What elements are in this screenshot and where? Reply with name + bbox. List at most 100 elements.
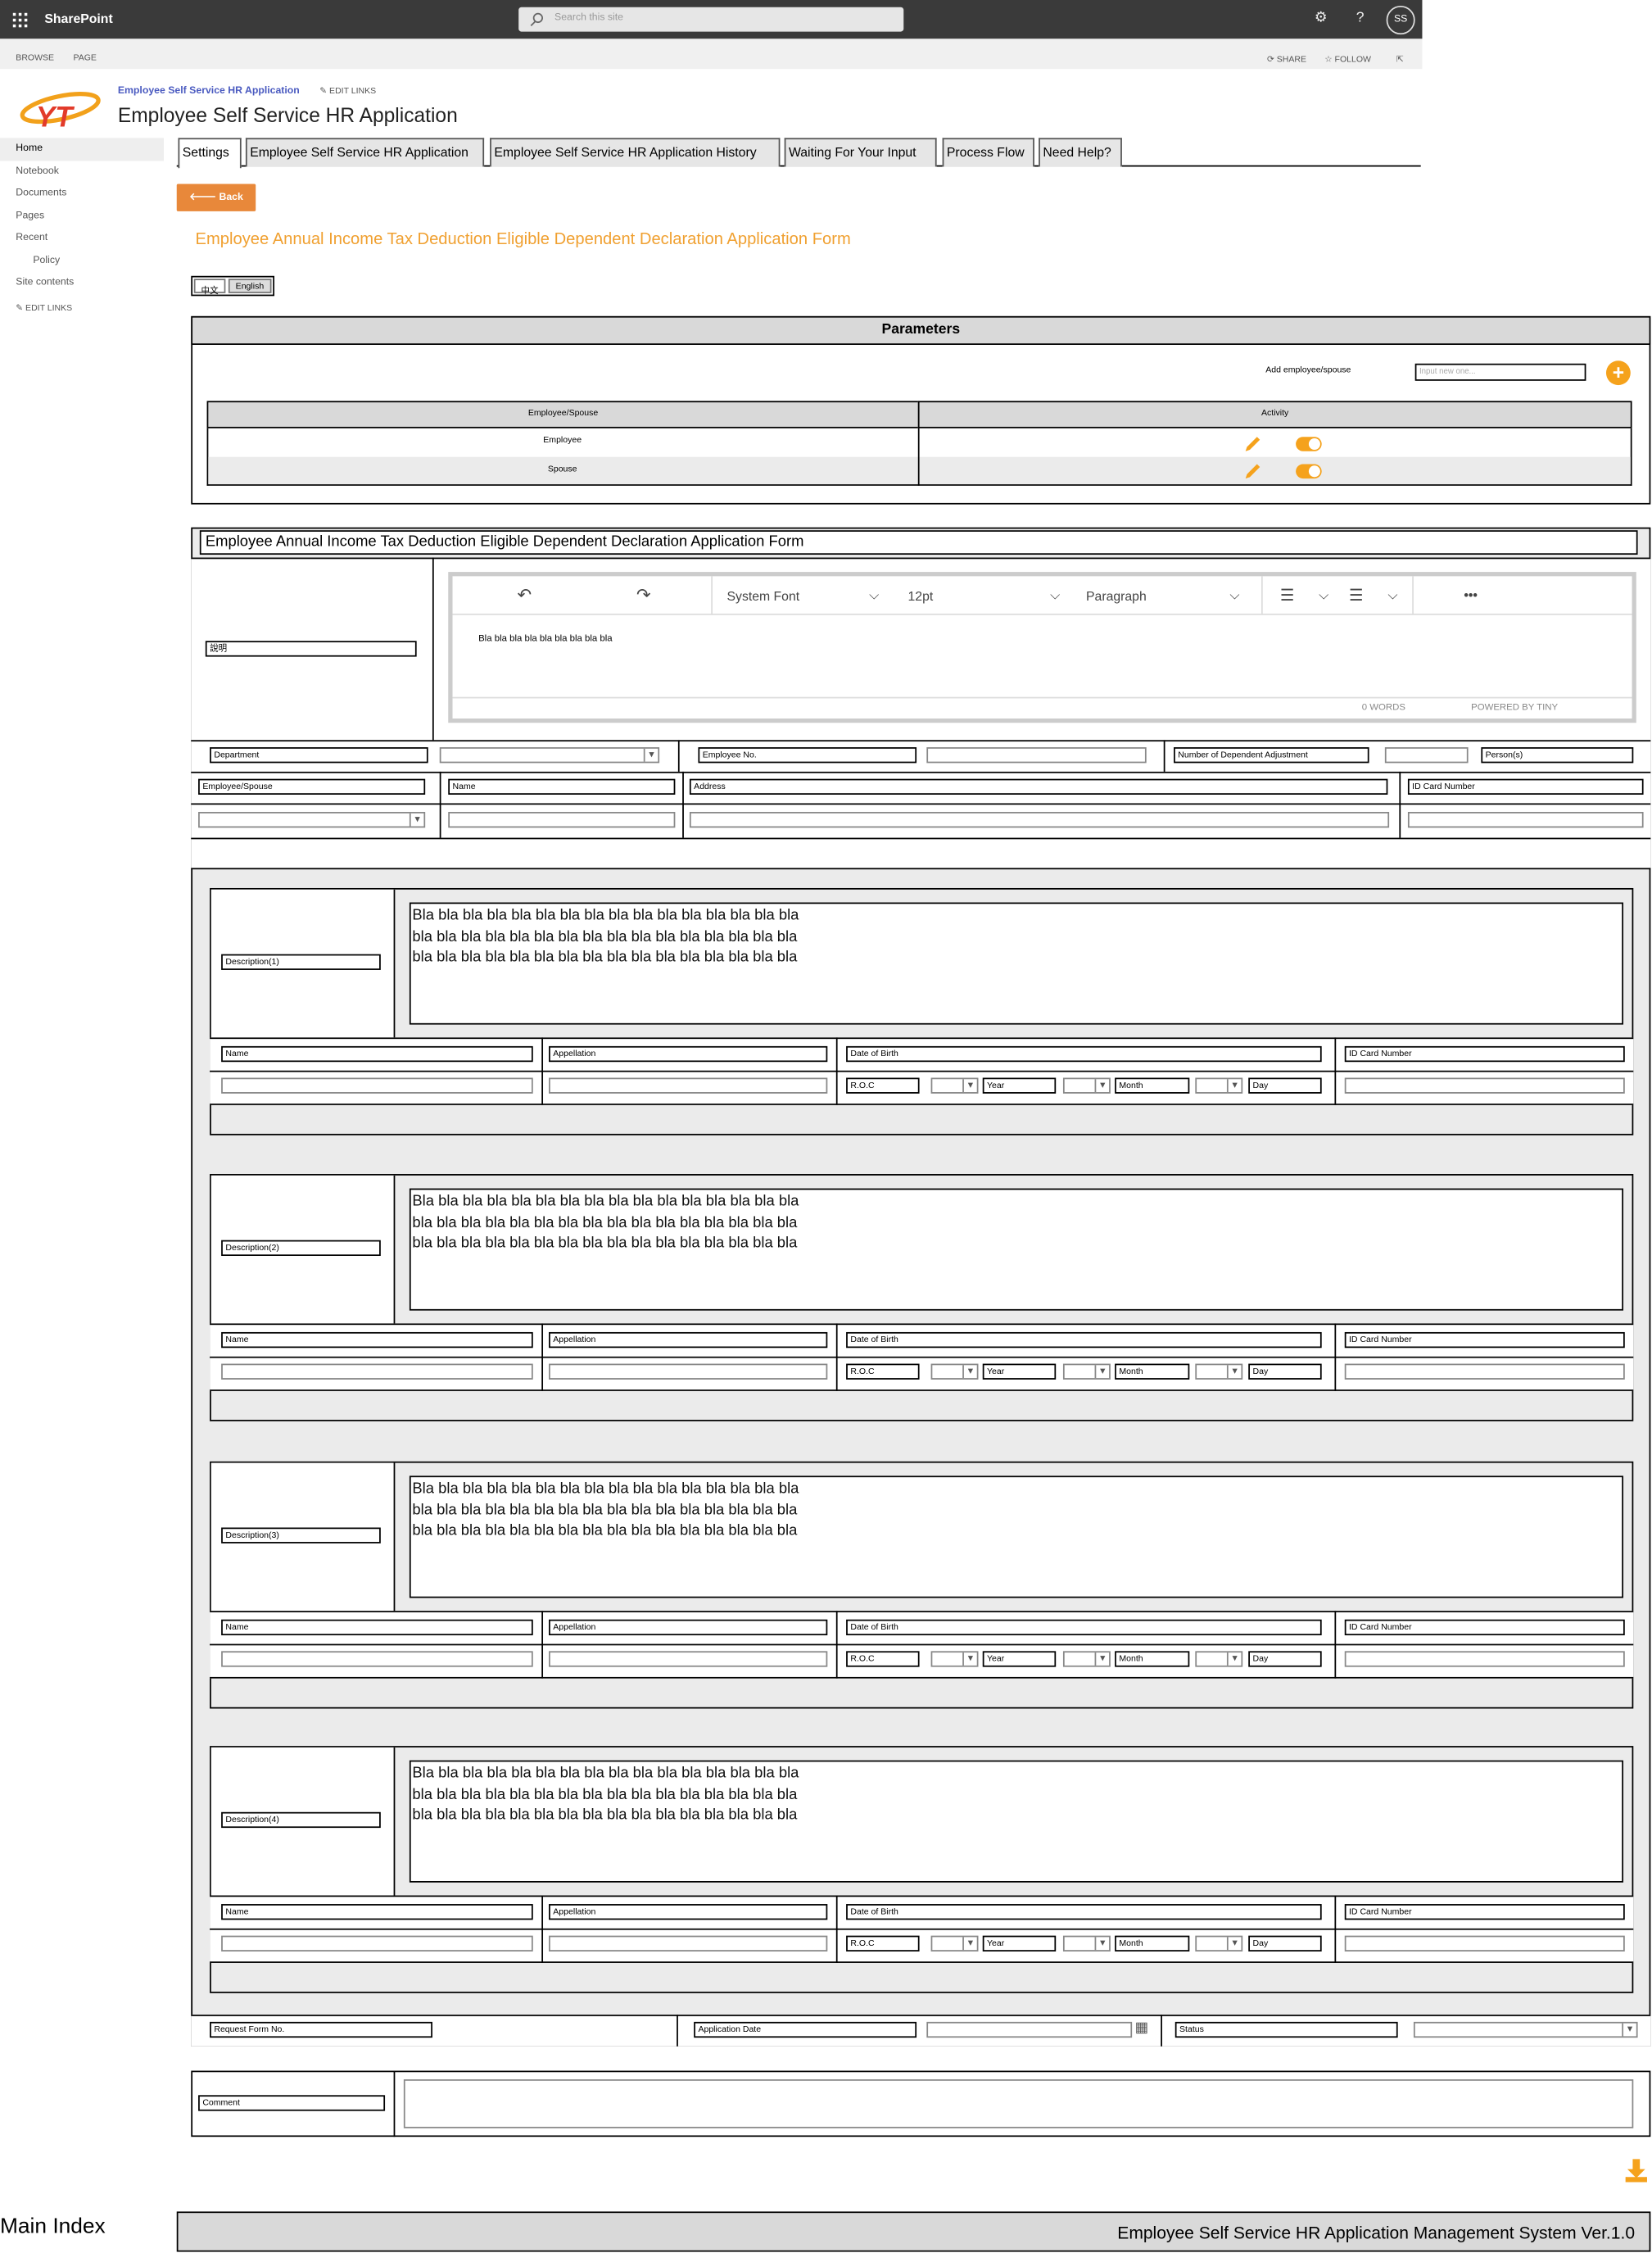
roc-select[interactable] — [930, 1363, 979, 1380]
lang-english[interactable]: English — [228, 279, 271, 293]
chevron-down-icon[interactable]: ⌵ — [1319, 587, 1328, 603]
nav-documents[interactable]: Documents — [0, 183, 164, 205]
back-button[interactable]: 🡐 Back — [176, 184, 256, 211]
chevron-down-icon[interactable]: ⌵ — [1050, 587, 1060, 603]
year-select[interactable] — [1062, 1077, 1111, 1094]
appellation-input[interactable] — [549, 1651, 828, 1667]
employee-no-input[interactable] — [926, 747, 1147, 764]
tab-need-help[interactable]: Need Help? — [1039, 138, 1122, 167]
rich-text-editor[interactable]: ↶ ↷ System Font ⌵ 12pt ⌵ Paragraph ⌵ ☰ ⌵… — [448, 572, 1636, 723]
nav-recent[interactable]: Recent — [0, 227, 164, 249]
redo-icon[interactable]: ↷ — [636, 585, 651, 605]
nav-policy[interactable]: Policy — [0, 249, 164, 271]
id-card-input[interactable] — [1344, 1077, 1625, 1094]
address-input[interactable] — [689, 812, 1390, 828]
month-label: Month — [1115, 1935, 1190, 1952]
id-card-input[interactable] — [1407, 812, 1644, 828]
year-select[interactable] — [1062, 1651, 1111, 1667]
ribbon-page[interactable]: PAGE — [73, 55, 96, 64]
follow-button[interactable]: ☆ FOLLOW — [1324, 55, 1371, 65]
year-select[interactable] — [1062, 1935, 1111, 1952]
dependent-adjustment-label: Number of Dependent Adjustment — [1174, 747, 1369, 764]
app-name[interactable]: SharePoint — [44, 11, 112, 26]
nav-home[interactable]: Home — [0, 138, 164, 161]
activity-toggle[interactable] — [1296, 464, 1322, 479]
tab-settings[interactable]: Settings — [178, 138, 242, 169]
roc-select[interactable] — [930, 1651, 979, 1667]
activity-toggle[interactable] — [1296, 437, 1322, 451]
id-card-input[interactable] — [1344, 1363, 1625, 1380]
tab-bar: Settings Employee Self Service HR Applic… — [176, 137, 1421, 169]
undo-icon[interactable]: ↶ — [517, 585, 532, 605]
comment-input[interactable] — [403, 2079, 1634, 2128]
id-card-input[interactable] — [1344, 1935, 1625, 1952]
month-select[interactable] — [1195, 1935, 1243, 1952]
name-input[interactable] — [221, 1363, 533, 1380]
appellation-label: Appellation — [549, 1904, 828, 1920]
tab-history[interactable]: Employee Self Service HR Application His… — [490, 138, 781, 167]
name-input[interactable] — [221, 1651, 533, 1667]
status-select[interactable] — [1413, 2021, 1638, 2038]
editor-content[interactable]: Bla bla bla bla bla bla bla bla bla — [478, 634, 613, 644]
tab-hr-application[interactable]: Employee Self Service HR Application — [245, 138, 485, 167]
year-select[interactable] — [1062, 1363, 1111, 1380]
chevron-down-icon[interactable]: ⌵ — [1387, 587, 1397, 603]
month-select[interactable] — [1195, 1651, 1243, 1667]
appellation-input[interactable] — [549, 1935, 828, 1952]
appellation-input[interactable] — [549, 1363, 828, 1380]
edit-links-top[interactable]: ✎ EDIT LINKS — [319, 88, 376, 97]
employee-spouse-select[interactable] — [198, 812, 426, 828]
application-date-input[interactable] — [926, 2021, 1133, 2038]
chevron-down-icon[interactable]: ⌵ — [869, 587, 879, 603]
name-input[interactable] — [221, 1077, 533, 1094]
id-card-label: ID Card Number — [1344, 1045, 1625, 1063]
more-icon[interactable]: ••• — [1464, 587, 1478, 602]
day-label: Day — [1248, 1363, 1322, 1380]
nav-site-contents[interactable]: Site contents — [0, 272, 164, 294]
site-breadcrumb-link[interactable]: Employee Self Service HR Application ✎ E… — [118, 86, 376, 96]
search-input[interactable]: Search this site — [518, 7, 904, 32]
appellation-label: Appellation — [549, 1619, 828, 1636]
calendar-icon[interactable]: ▦ — [1135, 2020, 1149, 2036]
add-employee-label: Add employee/spouse — [1265, 366, 1351, 375]
ribbon-browse[interactable]: BROWSE — [16, 55, 54, 64]
tab-process-flow[interactable]: Process Flow — [942, 138, 1034, 167]
dependent-adjustment-input[interactable] — [1384, 747, 1469, 764]
main-index-link[interactable]: Main Index — [0, 2214, 106, 2239]
font-size-select[interactable]: 12pt — [908, 589, 934, 604]
appellation-input[interactable] — [549, 1077, 828, 1094]
tab-waiting-input[interactable]: Waiting For Your Input — [784, 138, 937, 167]
roc-select[interactable] — [930, 1077, 979, 1094]
col-employee-spouse: Employee/Spouse — [206, 401, 920, 428]
add-employee-input[interactable]: Input new one... — [1414, 363, 1586, 381]
id-card-input[interactable] — [1344, 1651, 1625, 1667]
nav-pages[interactable]: Pages — [0, 205, 164, 227]
bullet-list-icon[interactable]: ☰ — [1349, 587, 1363, 605]
app-launcher-icon[interactable] — [12, 12, 28, 28]
numbered-list-icon[interactable]: ☰ — [1280, 587, 1294, 605]
nav-notebook[interactable]: Notebook — [0, 161, 164, 183]
avatar[interactable]: SS — [1386, 6, 1415, 35]
year-label: Year — [982, 1651, 1057, 1667]
date-of-birth-label: Date of Birth — [846, 1331, 1322, 1349]
add-button[interactable]: + — [1605, 360, 1631, 386]
pencil-icon[interactable] — [1242, 434, 1263, 455]
focus-icon[interactable]: ⇱ — [1396, 55, 1404, 65]
help-icon[interactable]: ? — [1356, 10, 1365, 25]
gear-icon[interactable]: ⚙ — [1315, 10, 1328, 25]
month-select[interactable] — [1195, 1077, 1243, 1094]
pencil-icon[interactable] — [1242, 461, 1263, 482]
lang-chinese[interactable]: 中文 — [193, 279, 226, 296]
month-select[interactable] — [1195, 1363, 1243, 1380]
name-input[interactable] — [221, 1935, 533, 1952]
department-select[interactable] — [439, 747, 660, 764]
download-icon[interactable] — [1623, 2159, 1650, 2185]
block-format-select[interactable]: Paragraph — [1086, 589, 1147, 604]
name-input[interactable] — [448, 812, 676, 828]
chevron-down-icon[interactable]: ⌵ — [1229, 587, 1239, 603]
nav-edit-links[interactable]: ✎ EDIT LINKS — [0, 298, 164, 320]
roc-select[interactable] — [930, 1935, 979, 1952]
name-label: Name — [221, 1904, 533, 1920]
font-family-select[interactable]: System Font — [727, 589, 800, 604]
share-button[interactable]: ⟳ SHARE — [1267, 55, 1306, 65]
